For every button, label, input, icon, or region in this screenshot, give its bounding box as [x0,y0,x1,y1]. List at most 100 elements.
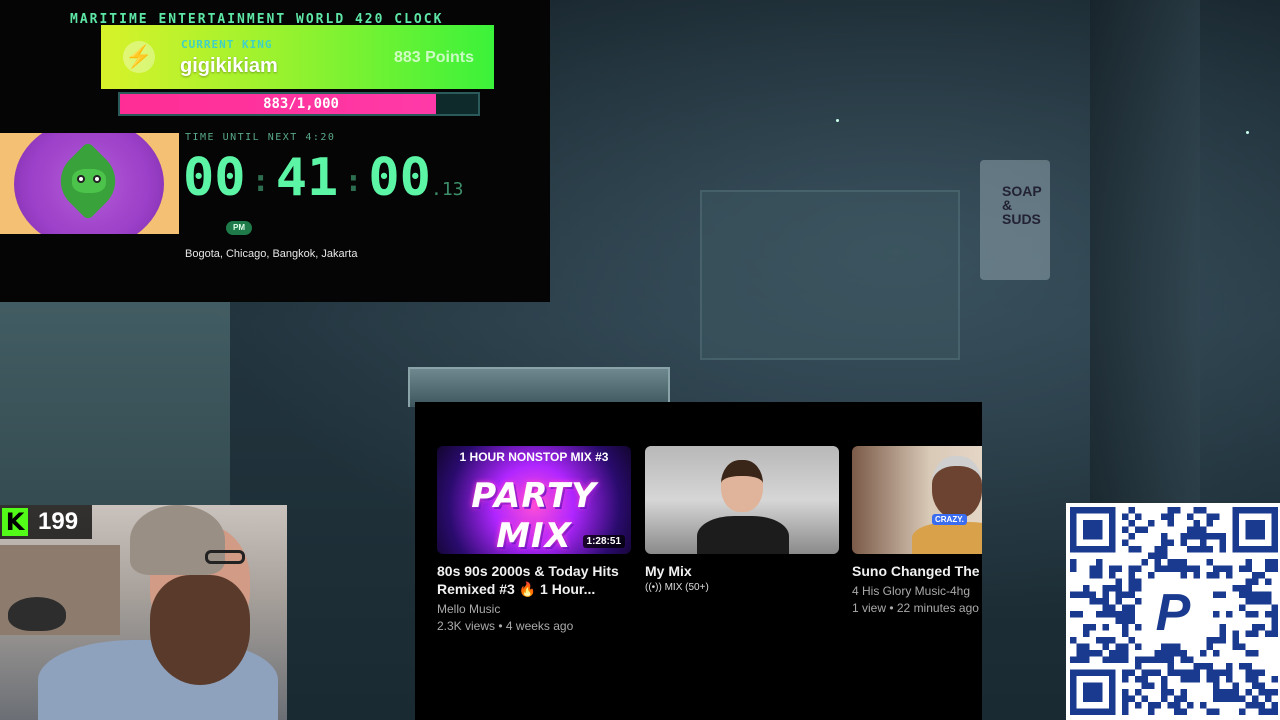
qr-module [1161,676,1168,683]
qr-module [1109,565,1116,572]
qr-module [1252,650,1259,657]
video-title[interactable]: 80s 90s 2000s & Today Hits Remixed #3 🔥 … [437,562,631,598]
qr-module [1135,598,1142,605]
qr-module [1122,676,1129,683]
qr-module [1232,643,1239,650]
qr-module [1271,565,1278,572]
qr-module [1271,604,1278,611]
qr-module [1258,591,1265,598]
qr-module [1206,708,1213,715]
light-dot [836,119,839,122]
qr-module [1187,669,1194,676]
qr-module [1213,611,1220,618]
qr-module [1226,695,1233,702]
soap-sign: SOAP & SUDS [980,160,1050,280]
qr-module [1232,682,1239,689]
qr-module [1271,702,1278,709]
qr-module [1128,572,1135,579]
qr-module [1167,689,1174,696]
qr-module [1109,656,1116,663]
qr-module [1154,546,1161,553]
video-card[interactable]: My Mix ((•)) MIX (50+) [645,446,839,593]
channel-name[interactable]: Mello Music [437,601,631,618]
qr-module [1206,559,1213,566]
qr-module [1161,650,1168,657]
video-card[interactable]: 1 HOUR NONSTOP MIX #3 PARTY MIX 1:28:51 … [437,446,631,635]
timer-centiseconds: .13 [431,179,464,200]
qr-module [1083,656,1090,663]
qr-module [1219,637,1226,644]
qr-module [1135,526,1142,533]
qr-module [1122,604,1129,611]
channel-name[interactable]: 4 His Glory Music-4hg [852,583,982,600]
qr-module [1161,533,1168,540]
qr-module [1154,552,1161,559]
qr-module [1180,669,1187,676]
king-label: CURRENT KING [181,38,273,51]
qr-module [1070,591,1077,598]
qr-module [1213,669,1220,676]
qr-module [1089,598,1096,605]
qr-module [1245,559,1252,566]
qr-module [1213,591,1220,598]
video-thumbnail[interactable] [645,446,839,554]
video-thumbnail[interactable]: CRAZY. [852,446,982,554]
countdown-timer: 00:41:00.13 [183,148,464,208]
qr-module [1258,689,1265,696]
qr-module [1226,689,1233,696]
qr-module [1161,552,1168,559]
youtube-recommendations: 1 HOUR NONSTOP MIX #3 PARTY MIX 1:28:51 … [415,402,982,720]
video-title[interactable]: Suno Changed The Game [852,562,982,580]
qr-module [1083,585,1090,592]
qr-module [1154,669,1161,676]
qr-module [1245,650,1252,657]
qr-module [1271,630,1278,637]
qr-module [1271,676,1278,683]
qr-module [1180,565,1187,572]
qr-module [1076,591,1083,598]
qr-module [1167,507,1174,514]
qr-module [1096,598,1103,605]
qr-module [1076,643,1083,650]
qr-module [1102,598,1109,605]
qr-module [1180,695,1187,702]
current-king-bar: ⚡ CURRENT KING gigikikiam 883 Points [101,25,494,89]
timer-minutes: 41 [275,148,339,208]
qr-module [1089,650,1096,657]
king-points: 883 Points [393,49,474,66]
qr-module [1187,546,1194,553]
qr-module [1206,533,1213,540]
qr-module [1174,643,1181,650]
qr-module [1122,650,1129,657]
qr-module [1174,669,1181,676]
qr-module [1187,656,1194,663]
king-name: gigikikiam [180,55,278,77]
video-title[interactable]: My Mix [645,562,839,580]
person-shirt [697,516,789,554]
qr-module [1135,676,1142,683]
qr-module [1226,676,1233,683]
qr-module [1180,572,1187,579]
timer-separator: : [251,163,270,199]
qr-module [1128,546,1135,553]
qr-module [1174,565,1181,572]
qr-module [1265,689,1272,696]
qr-module [1089,572,1096,579]
cabinet [700,190,960,360]
qr-module [1232,630,1239,637]
qr-module [1265,578,1272,585]
qr-module [1252,702,1259,709]
qr-module [1102,585,1109,592]
qr-module [1135,565,1142,572]
qr-module [1187,526,1194,533]
video-thumbnail[interactable]: 1 HOUR NONSTOP MIX #3 PARTY MIX 1:28:51 [437,446,631,554]
sign-text: SOAP & SUDS [1002,183,1042,227]
qr-module [1096,637,1103,644]
qr-module [1070,559,1077,566]
qr-module [1271,559,1278,566]
qr-module [1187,565,1194,572]
qr-module [1122,630,1129,637]
cat [8,597,66,631]
qr-module [1096,572,1103,579]
video-card[interactable]: CRAZY. Suno Changed The Game 4 His Glory… [852,446,982,617]
